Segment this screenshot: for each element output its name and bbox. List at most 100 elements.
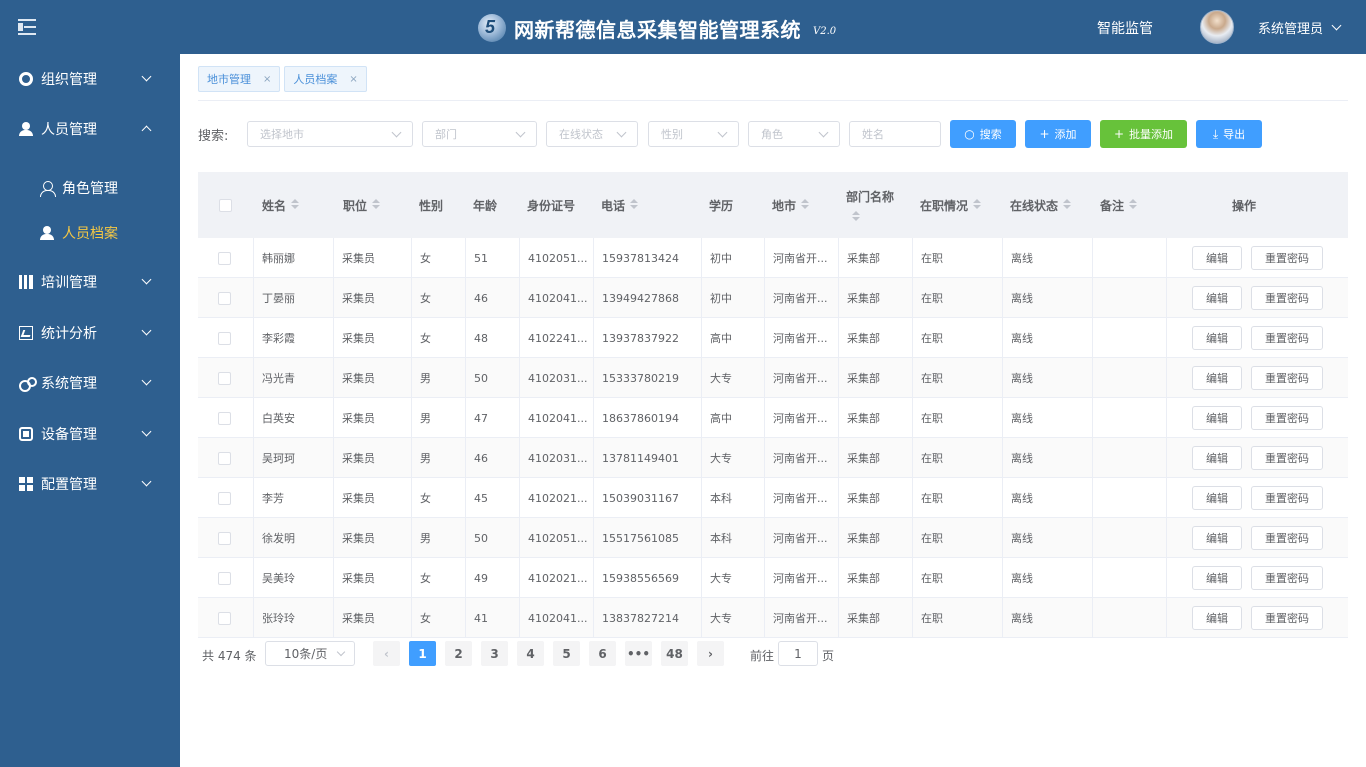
sort-icon[interactable]: [801, 199, 810, 211]
table-header: 姓名 职位 性别 年龄 身份证号 电话 学历 地市 部门名称 在职情况 在线状态…: [198, 172, 1348, 238]
prev-page-button[interactable]: ‹: [373, 641, 400, 666]
page-button[interactable]: 2: [445, 641, 472, 666]
next-page-button[interactable]: ›: [697, 641, 724, 666]
page-button[interactable]: 48: [661, 641, 688, 666]
reset-password-button[interactable]: 重置密码: [1251, 286, 1323, 310]
cell-position: 采集员: [334, 518, 412, 558]
page-button[interactable]: 5: [553, 641, 580, 666]
row-checkbox[interactable]: [218, 331, 231, 345]
user-menu[interactable]: 系统管理员: [1258, 18, 1342, 37]
gender-select[interactable]: 性别: [648, 121, 739, 147]
edit-button[interactable]: 编辑: [1192, 286, 1242, 310]
sidebar-item-system[interactable]: 系统管理: [0, 358, 180, 408]
sort-icon[interactable]: [973, 199, 982, 211]
col-name[interactable]: 姓名: [262, 172, 300, 238]
tab-city-management[interactable]: 地市管理 ×: [198, 66, 281, 92]
row-checkbox[interactable]: [218, 571, 231, 585]
sidebar-item-training[interactable]: 培训管理: [0, 257, 180, 307]
row-checkbox[interactable]: [218, 491, 231, 505]
sidebar-subitem-roles[interactable]: 角色管理: [0, 165, 180, 210]
reset-password-button[interactable]: 重置密码: [1251, 606, 1323, 630]
department-select[interactable]: 部门: [422, 121, 537, 147]
search-button[interactable]: ○ 搜索: [950, 120, 1016, 148]
row-checkbox[interactable]: [218, 291, 231, 305]
sidebar-item-stats[interactable]: 统计分析: [0, 308, 180, 358]
total-count: 共 474 条: [202, 649, 257, 663]
sidebar-item-org[interactable]: 组织管理: [0, 54, 180, 104]
reset-password-button[interactable]: 重置密码: [1251, 366, 1323, 390]
reset-password-button[interactable]: 重置密码: [1251, 526, 1323, 550]
edit-button[interactable]: 编辑: [1192, 526, 1242, 550]
col-dept[interactable]: 部门名称: [846, 172, 894, 238]
reset-password-button[interactable]: 重置密码: [1251, 326, 1323, 350]
row-checkbox[interactable]: [218, 251, 231, 265]
row-checkbox[interactable]: [218, 451, 231, 465]
sidebar-item-config[interactable]: 配置管理: [0, 459, 180, 509]
reset-password-button[interactable]: 重置密码: [1251, 246, 1323, 270]
sort-icon[interactable]: [852, 210, 860, 223]
batch-add-button[interactable]: + 批量添加: [1100, 120, 1187, 148]
reset-password-button[interactable]: 重置密码: [1251, 446, 1323, 470]
sort-icon[interactable]: [630, 199, 639, 211]
reset-password-button[interactable]: 重置密码: [1251, 566, 1323, 590]
sort-icon[interactable]: [1129, 199, 1138, 211]
add-button-label: 添加: [1054, 128, 1077, 141]
avatar[interactable]: [1200, 10, 1234, 44]
reset-password-button[interactable]: 重置密码: [1251, 406, 1323, 430]
close-icon[interactable]: ×: [349, 74, 357, 85]
menu-toggle-icon[interactable]: [18, 17, 38, 37]
col-job-status[interactable]: 在职情况: [920, 172, 982, 238]
sort-icon[interactable]: [1063, 199, 1072, 211]
row-checkbox[interactable]: [218, 411, 231, 425]
col-position[interactable]: 职位: [343, 172, 381, 238]
cell-name: 徐发明: [254, 518, 334, 558]
edit-button[interactable]: 编辑: [1192, 246, 1242, 270]
col-online-status[interactable]: 在线状态: [1010, 172, 1072, 238]
reset-password-button[interactable]: 重置密码: [1251, 486, 1323, 510]
page-button[interactable]: 1: [409, 641, 436, 666]
cell-education: 高中: [702, 318, 765, 358]
col-city[interactable]: 地市: [772, 172, 810, 238]
page-button[interactable]: 3: [481, 641, 508, 666]
city-select[interactable]: 选择地市: [247, 121, 413, 147]
edit-button[interactable]: 编辑: [1192, 406, 1242, 430]
sidebar-item-devices[interactable]: 设备管理: [0, 409, 180, 459]
chevron-down-icon: [818, 127, 829, 138]
export-button-label: 导出: [1223, 128, 1246, 141]
smart-monitor-link[interactable]: 智能监管: [1097, 18, 1153, 38]
cell-online-status: 离线: [1003, 238, 1093, 278]
tab-personnel-archives[interactable]: 人员档案 ×: [284, 66, 367, 92]
sidebar-item-personnel[interactable]: 人员管理: [0, 104, 180, 154]
export-button[interactable]: ⤓ 导出: [1196, 120, 1262, 148]
page-button[interactable]: 6: [589, 641, 616, 666]
role-select[interactable]: 角色: [748, 121, 840, 147]
cell-remark: [1093, 598, 1167, 638]
sort-icon[interactable]: [372, 199, 381, 211]
edit-button[interactable]: 编辑: [1192, 486, 1242, 510]
edit-button[interactable]: 编辑: [1192, 446, 1242, 470]
edit-button[interactable]: 编辑: [1192, 566, 1242, 590]
col-phone[interactable]: 电话: [601, 172, 639, 238]
table-row: 李芳 采集员女 45 4102021... 15039031167 本科 河南省开... 采集…: [198, 478, 1348, 518]
add-button[interactable]: + 添加: [1025, 120, 1091, 148]
sort-icon[interactable]: [291, 199, 300, 211]
goto-page-input[interactable]: 1: [778, 641, 818, 666]
page-ellipsis[interactable]: •••: [625, 641, 652, 666]
edit-button[interactable]: 编辑: [1192, 366, 1242, 390]
page-button[interactable]: 4: [517, 641, 544, 666]
name-input[interactable]: 姓名: [849, 121, 941, 147]
close-icon[interactable]: ×: [263, 74, 271, 85]
edit-button[interactable]: 编辑: [1192, 326, 1242, 350]
row-checkbox[interactable]: [218, 371, 231, 385]
edit-button[interactable]: 编辑: [1192, 606, 1242, 630]
col-remark[interactable]: 备注: [1100, 172, 1138, 238]
online-status-select[interactable]: 在线状态: [546, 121, 638, 147]
row-checkbox[interactable]: [218, 531, 231, 545]
row-checkbox-cell: [198, 318, 254, 358]
row-checkbox[interactable]: [218, 611, 231, 625]
page-size-select[interactable]: 10条/页: [265, 641, 355, 666]
sidebar-subitem-archives[interactable]: 人员档案: [0, 210, 180, 255]
select-all-checkbox[interactable]: [219, 172, 232, 238]
goto-prefix: 前往: [750, 649, 775, 663]
col-action-label: 操作: [1232, 198, 1257, 213]
